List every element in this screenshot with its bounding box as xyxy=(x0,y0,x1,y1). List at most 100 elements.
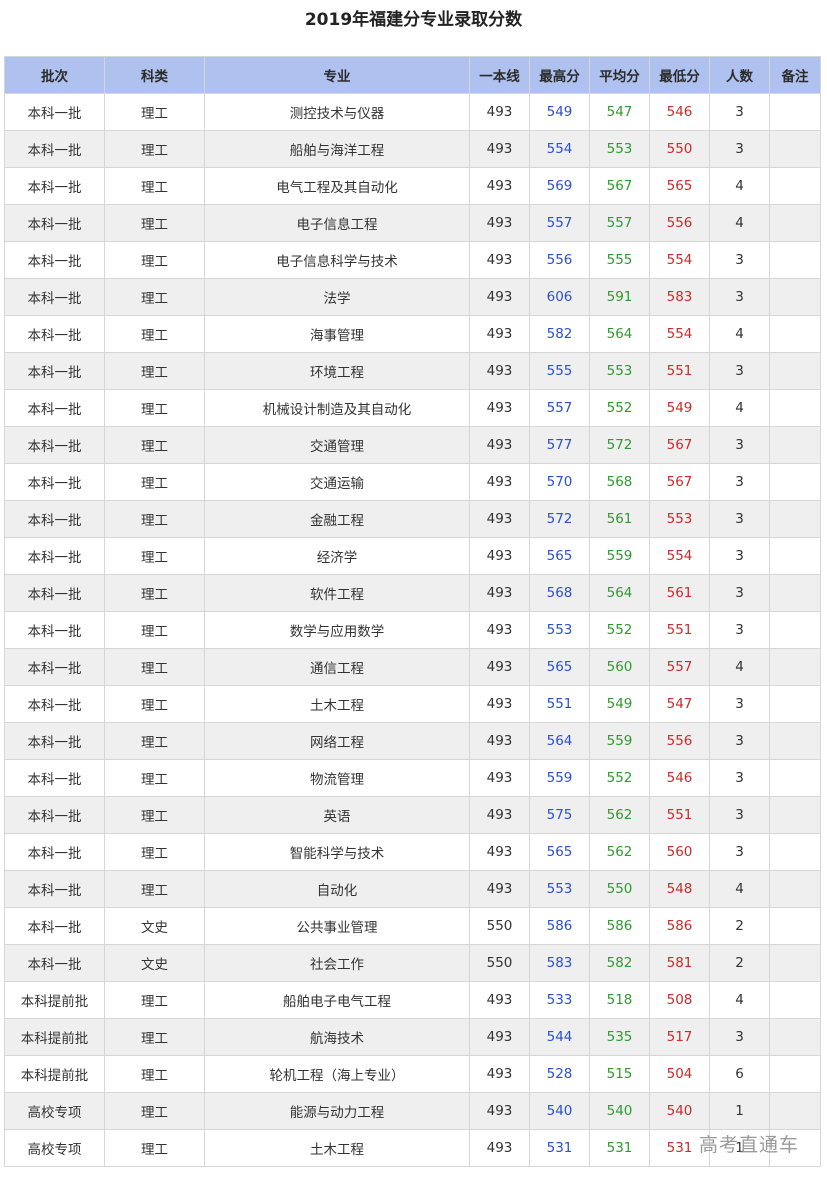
min-score-cell: 550 xyxy=(649,130,710,168)
min-score-cell: 547 xyxy=(649,685,710,723)
avg-score-cell: 550 xyxy=(589,870,650,908)
avg-score-cell: 562 xyxy=(589,833,650,871)
avg-score-cell: 547 xyxy=(589,93,650,131)
category-cell: 理工 xyxy=(104,722,205,760)
min-score-cell: 504 xyxy=(649,1055,710,1093)
min-score-cell: 546 xyxy=(649,759,710,797)
count-cell: 3 xyxy=(709,463,770,501)
page-title: 2019年福建分专业录取分数 xyxy=(304,10,523,30)
count-cell: 4 xyxy=(709,315,770,353)
count-cell: 2 xyxy=(709,944,770,982)
avg-score-cell: 535 xyxy=(589,1018,650,1056)
category-cell: 理工 xyxy=(104,463,205,501)
cutoff-cell: 493 xyxy=(469,426,530,464)
count-cell: 3 xyxy=(709,426,770,464)
cutoff-cell: 493 xyxy=(469,611,530,649)
batch-cell: 本科一批 xyxy=(4,278,105,316)
notes-cell xyxy=(769,833,821,871)
batch-cell: 本科一批 xyxy=(4,759,105,797)
major-cell: 航海技术 xyxy=(204,1018,470,1056)
category-cell: 理工 xyxy=(104,500,205,538)
cutoff-cell: 493 xyxy=(469,574,530,612)
notes-cell xyxy=(769,93,821,131)
batch-cell: 本科提前批 xyxy=(4,1018,105,1056)
avg-score-cell: 572 xyxy=(589,426,650,464)
cutoff-cell: 493 xyxy=(469,870,530,908)
max-score-cell: 564 xyxy=(529,722,590,760)
min-score-cell: 556 xyxy=(649,204,710,242)
cutoff-cell: 493 xyxy=(469,204,530,242)
major-cell: 通信工程 xyxy=(204,648,470,686)
max-score-cell: 554 xyxy=(529,130,590,168)
table-row: 本科一批 理工 测控技术与仪器 493 549 547 546 3 xyxy=(4,93,821,131)
avg-score-cell: 561 xyxy=(589,500,650,538)
batch-cell: 本科一批 xyxy=(4,722,105,760)
notes-cell xyxy=(769,759,821,797)
min-score-cell: 553 xyxy=(649,500,710,538)
table-header-row: 批次 科类 专业 一本线 最高分 平均分 最低分 人数 备注 xyxy=(4,56,821,94)
max-score-cell: 544 xyxy=(529,1018,590,1056)
category-cell: 理工 xyxy=(104,574,205,612)
avg-score-cell: 531 xyxy=(589,1129,650,1167)
notes-cell xyxy=(769,389,821,427)
count-cell: 4 xyxy=(709,167,770,205)
notes-cell xyxy=(769,981,821,1019)
category-cell: 理工 xyxy=(104,796,205,834)
major-cell: 海事管理 xyxy=(204,315,470,353)
max-score-cell: 583 xyxy=(529,944,590,982)
max-score-cell: 556 xyxy=(529,241,590,279)
avg-score-cell: 555 xyxy=(589,241,650,279)
batch-cell: 本科一批 xyxy=(4,907,105,945)
major-cell: 软件工程 xyxy=(204,574,470,612)
count-cell: 3 xyxy=(709,500,770,538)
min-score-cell: 548 xyxy=(649,870,710,908)
notes-cell xyxy=(769,1092,821,1130)
max-score-cell: 559 xyxy=(529,759,590,797)
batch-cell: 本科一批 xyxy=(4,463,105,501)
count-cell: 4 xyxy=(709,981,770,1019)
max-score-cell: 606 xyxy=(529,278,590,316)
batch-cell: 本科提前批 xyxy=(4,981,105,1019)
batch-cell: 本科一批 xyxy=(4,833,105,871)
min-score-cell: 554 xyxy=(649,537,710,575)
table-row: 本科一批 理工 电气工程及其自动化 493 569 567 565 4 xyxy=(4,167,821,205)
table-row: 本科一批 理工 软件工程 493 568 564 561 3 xyxy=(4,574,821,612)
major-cell: 电子信息工程 xyxy=(204,204,470,242)
max-score-cell: 553 xyxy=(529,870,590,908)
column-header-count: 人数 xyxy=(709,56,770,94)
max-score-cell: 586 xyxy=(529,907,590,945)
avg-score-cell: 562 xyxy=(589,796,650,834)
count-cell: 3 xyxy=(709,685,770,723)
count-cell: 3 xyxy=(709,130,770,168)
notes-cell xyxy=(769,167,821,205)
count-cell: 3 xyxy=(709,352,770,390)
max-score-cell: 557 xyxy=(529,204,590,242)
notes-cell xyxy=(769,907,821,945)
count-cell: 4 xyxy=(709,389,770,427)
notes-cell xyxy=(769,463,821,501)
table-row: 本科一批 理工 英语 493 575 562 551 3 xyxy=(4,796,821,834)
category-cell: 理工 xyxy=(104,1018,205,1056)
major-cell: 数学与应用数学 xyxy=(204,611,470,649)
major-cell: 轮机工程（海上专业） xyxy=(204,1055,470,1093)
cutoff-cell: 493 xyxy=(469,685,530,723)
major-cell: 电气工程及其自动化 xyxy=(204,167,470,205)
cutoff-cell: 493 xyxy=(469,796,530,834)
major-cell: 船舶电子电气工程 xyxy=(204,981,470,1019)
major-cell: 公共事业管理 xyxy=(204,907,470,945)
avg-score-cell: 552 xyxy=(589,389,650,427)
major-cell: 金融工程 xyxy=(204,500,470,538)
min-score-cell: 551 xyxy=(649,796,710,834)
table-row: 本科一批 理工 自动化 493 553 550 548 4 xyxy=(4,870,821,908)
category-cell: 理工 xyxy=(104,204,205,242)
batch-cell: 本科一批 xyxy=(4,241,105,279)
avg-score-cell: 564 xyxy=(589,574,650,612)
notes-cell xyxy=(769,870,821,908)
batch-cell: 本科一批 xyxy=(4,611,105,649)
notes-cell xyxy=(769,352,821,390)
table-row: 本科提前批 理工 轮机工程（海上专业） 493 528 515 504 6 xyxy=(4,1055,821,1093)
admission-score-table: 批次 科类 专业 一本线 最高分 平均分 最低分 人数 备注 本科一批 理工 测控技… xyxy=(4,56,821,1167)
min-score-cell: 508 xyxy=(649,981,710,1019)
cutoff-cell: 493 xyxy=(469,352,530,390)
table-row: 本科一批 理工 智能科学与技术 493 565 562 560 3 xyxy=(4,833,821,871)
